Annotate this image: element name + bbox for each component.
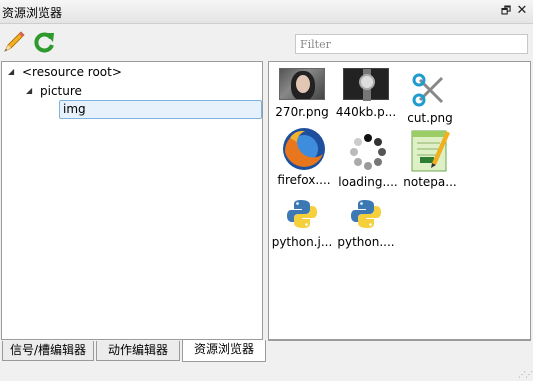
notepad-icon	[411, 130, 450, 172]
file-item[interactable]: 440kb.p...	[333, 64, 399, 119]
file-item[interactable]: notepa...	[397, 126, 463, 189]
tree-item-label: img	[63, 102, 86, 116]
file-name: notepa...	[403, 175, 457, 189]
tree-item-img[interactable]: img	[59, 100, 262, 119]
expanded-arrow-icon[interactable]: ◢	[26, 82, 36, 100]
firefox-icon	[283, 128, 325, 170]
file-name: firefox....	[277, 173, 331, 187]
resize-grip-icon[interactable]: ⋰⋰	[518, 370, 533, 379]
tree-item-label: <resource root>	[22, 65, 122, 79]
resource-files: 270r.png 440kb.p... cut.png firefox....	[268, 61, 531, 340]
edit-resources-button[interactable]	[1, 29, 27, 55]
file-item[interactable]: cut.png	[397, 70, 463, 125]
file-item[interactable]: firefox....	[271, 126, 337, 187]
tree-item-picture[interactable]: ◢ picture	[26, 82, 82, 100]
divider	[268, 340, 531, 341]
python-icon	[287, 200, 317, 228]
float-icon[interactable]: 🗗	[500, 5, 512, 17]
tree-item-label: picture	[40, 84, 82, 98]
reload-button[interactable]	[31, 29, 57, 55]
file-name: 270r.png	[275, 105, 329, 119]
file-item[interactable]: python.j...	[269, 194, 335, 249]
python-icon	[351, 200, 381, 228]
refresh-icon	[34, 32, 54, 53]
tree-item-root[interactable]: ◢ <resource root>	[8, 63, 122, 81]
pencil-icon	[4, 31, 25, 52]
photo-thumbnail	[279, 68, 325, 100]
file-item[interactable]: loading....	[335, 130, 401, 189]
tab-action-editor[interactable]: 动作编辑器	[96, 341, 180, 361]
file-name: 440kb.p...	[335, 105, 397, 119]
watch-thumbnail	[343, 68, 389, 101]
dock-tabs: 信号/槽编辑器 动作编辑器 资源浏览器	[0, 340, 533, 362]
tab-resource-browser[interactable]: 资源浏览器	[182, 340, 266, 362]
expanded-arrow-icon[interactable]: ◢	[8, 63, 18, 81]
file-item[interactable]: python....	[333, 194, 399, 249]
file-name: cut.png	[407, 111, 453, 125]
loading-spinner-icon	[350, 134, 386, 170]
file-item[interactable]: 270r.png	[269, 64, 335, 119]
panel-title-bar: 资源浏览器 🗗 ✕	[0, 0, 533, 24]
tab-signal-slot-editor[interactable]: 信号/槽编辑器	[2, 341, 94, 361]
toolbar	[0, 25, 533, 59]
scissors-icon	[412, 73, 444, 107]
file-name: loading....	[338, 175, 398, 189]
resource-tree: ◢ <resource root> ◢ picture img	[1, 61, 263, 340]
filter-input[interactable]	[295, 34, 528, 54]
close-icon[interactable]: ✕	[516, 4, 528, 17]
file-name: python.j...	[271, 235, 333, 249]
file-name: python....	[337, 235, 395, 249]
panel-title: 资源浏览器	[2, 6, 63, 20]
